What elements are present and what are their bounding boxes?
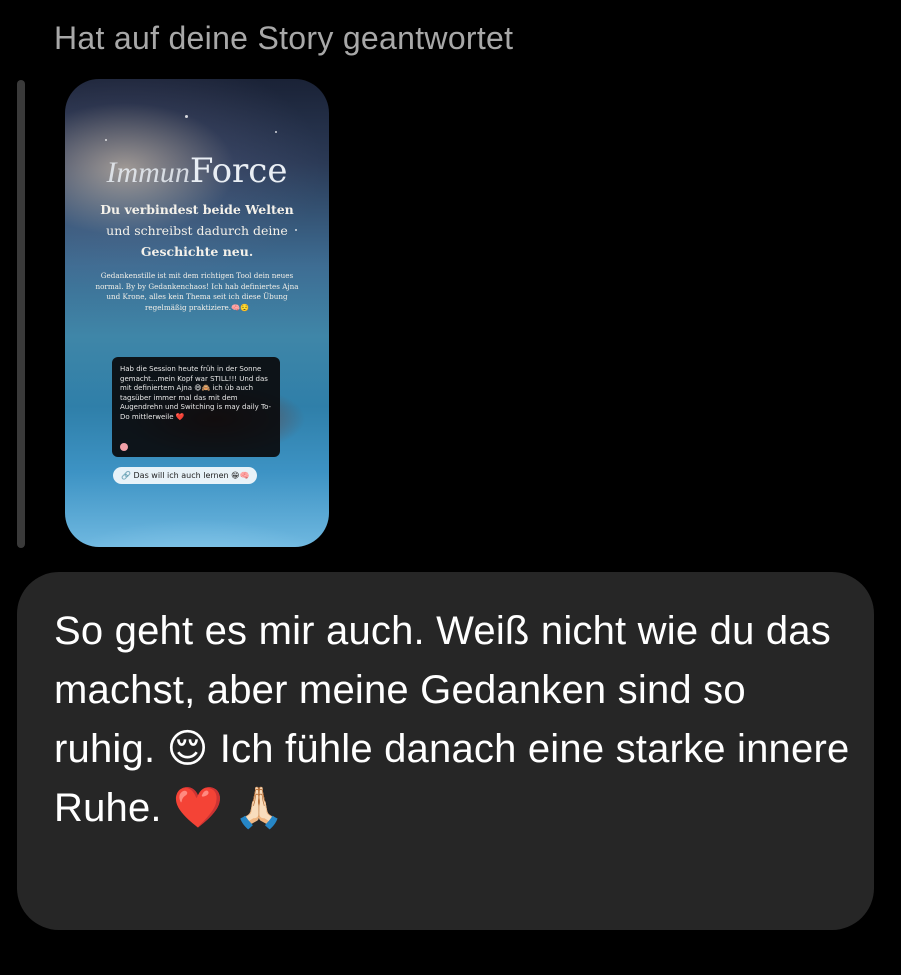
heart-icon	[120, 443, 128, 451]
star	[105, 139, 107, 141]
story-subtitle: Du verbindest beide Welten und schreibst…	[75, 199, 319, 262]
story-sub-line: Du verbindest beide Welten	[100, 202, 294, 217]
story-sub-line: und schreibst dadurch deine	[106, 223, 288, 238]
story-quote-card: Hab die Session heute früh in der Sonne …	[112, 357, 280, 457]
story-title: ImmunForce	[65, 151, 329, 191]
reply-indicator-bar	[17, 80, 25, 548]
story-link-sticker[interactable]: 🔗 Das will ich auch lernen 😁🧠	[113, 467, 258, 484]
story-title-main: Force	[189, 151, 288, 191]
story-quote-text: Hab die Session heute früh in der Sonne …	[120, 365, 272, 421]
reply-header: Hat auf deine Story geantwortet	[54, 20, 514, 56]
story-preview[interactable]: ImmunForce Du verbindest beide Welten un…	[65, 79, 329, 547]
story-title-script: Immun	[106, 156, 190, 189]
story-body-text: Gedankenstille ist mit dem richtigen Too…	[95, 271, 299, 312]
message-bubble[interactable]: So geht es mir auch. Weiß nicht wie du d…	[17, 572, 874, 930]
story-sub-line: Geschichte neu.	[140, 244, 254, 259]
star	[275, 131, 277, 133]
message-text: So geht es mir auch. Weiß nicht wie du d…	[54, 609, 850, 830]
star	[185, 115, 188, 118]
